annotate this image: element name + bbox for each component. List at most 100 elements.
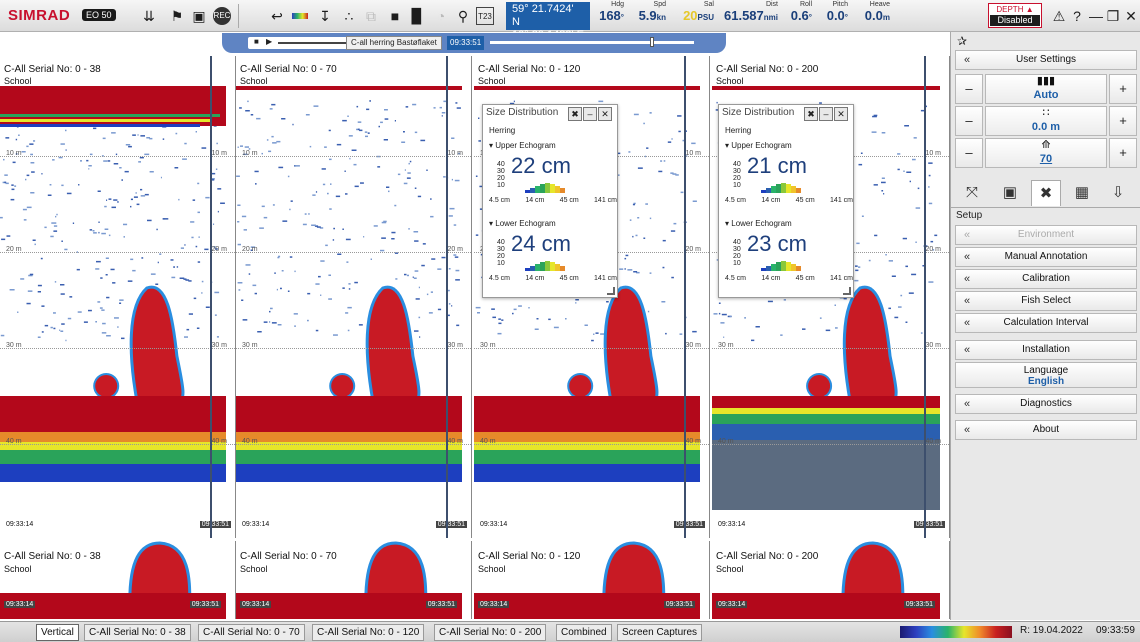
restore-icon[interactable]: ❐ (1104, 7, 1122, 25)
echo-speck (905, 265, 908, 268)
tools-icon[interactable]: ✖ (568, 107, 582, 121)
echogram-zoom-panel[interactable]: C-All Serial No: 0 - 38 School 09:33:14 09:… (0, 541, 236, 619)
menu-about[interactable]: «About (955, 420, 1137, 440)
gain-minus-button[interactable]: – (955, 74, 983, 104)
bars-icon[interactable]: ▉ (408, 7, 426, 25)
close-icon[interactable]: ✕ (834, 107, 848, 121)
depth-button[interactable]: DEPTH ▲ Disabled (988, 3, 1042, 28)
screen-icon[interactable]: ■ (386, 7, 404, 25)
echogram-zoom-panel[interactable]: C-All Serial No: 0 - 70 School 09:33:14 09:… (236, 541, 472, 619)
echo-speck (873, 184, 878, 186)
echo-speck (88, 165, 92, 167)
echogram-section-label[interactable]: ▾ Lower Echogram (489, 219, 556, 228)
echo-speck (383, 220, 387, 223)
cursor-line[interactable] (684, 56, 686, 538)
echo-speck (348, 283, 351, 285)
tab-echo-icon[interactable]: ⤧ (957, 180, 987, 206)
menu-installation[interactable]: «Installation (955, 340, 1137, 360)
zoom-icon[interactable]: ⚲ (454, 7, 472, 25)
replay-time: 09:33:51 (447, 36, 485, 50)
palette-icon[interactable] (292, 13, 308, 19)
resize-handle-icon[interactable] (843, 287, 851, 295)
depth-label: 30 m (211, 342, 227, 349)
tab-layout-icon[interactable]: ▦ (1067, 180, 1097, 206)
echo-speck (37, 336, 41, 338)
setup-heading: Setup (956, 210, 983, 221)
cursor-line[interactable] (446, 56, 448, 538)
cursor-line[interactable] (924, 56, 926, 538)
tab-serial-70[interactable]: C-All Serial No: 0 - 70 (198, 624, 305, 641)
tools-icon[interactable]: ✖ (804, 107, 818, 121)
menu-calibration[interactable]: «Calibration (955, 269, 1137, 289)
echogram-panel[interactable]: 10 m 10 m 20 m 20 m 30 m 30 m 40 m 40 m C-All Se… (0, 56, 236, 538)
menu-environment[interactable]: «Environment (955, 225, 1137, 245)
tab-expand-icon[interactable]: ⇩ (1103, 180, 1133, 206)
minimize-icon[interactable]: – (583, 107, 597, 121)
gain-value-button[interactable]: ▮▮▮ Auto (985, 74, 1107, 104)
echo-speck (119, 302, 122, 304)
echo-speck (92, 230, 95, 232)
resize-handle-icon[interactable] (607, 287, 615, 295)
camera-icon[interactable]: ▣ (190, 7, 208, 25)
menu-manual-annotation[interactable]: «Manual Annotation (955, 247, 1137, 267)
tvg-minus-button[interactable]: – (955, 138, 983, 168)
minimize-icon[interactable]: — (1087, 7, 1105, 25)
record-icon[interactable]: REC (213, 7, 231, 25)
gain-plus-button[interactable]: + (1109, 74, 1137, 104)
echogram-zoom-panel[interactable]: C-All Serial No: 0 - 200 School 09:33:14 09… (712, 541, 950, 619)
echogram-section-label[interactable]: ▾ Lower Echogram (725, 219, 792, 228)
filter-icon[interactable]: ⧉ (362, 7, 380, 25)
tab-setup-icon[interactable]: ✖ (1031, 180, 1061, 206)
echo-speck (26, 206, 32, 209)
close-icon[interactable]: ✕ (598, 107, 612, 121)
menu-fish-select[interactable]: «Fish Select (955, 291, 1137, 311)
undo-icon[interactable]: ↩ (268, 7, 286, 25)
echo-speck (528, 307, 530, 309)
range-value-button[interactable]: ∷ 0.0 m (985, 106, 1107, 136)
gauge-icon[interactable]: ◔ (432, 7, 450, 25)
tab-serial-120[interactable]: C-All Serial No: 0 - 120 (312, 624, 425, 641)
tvg-plus-button[interactable]: + (1109, 138, 1137, 168)
tvg-value-button[interactable]: ⟰ 70 (985, 138, 1107, 168)
replay-slider[interactable] (490, 37, 694, 47)
size-distribution-window[interactable]: Size Distribution ✖ – ✕ Herring ▾ Upper Echog… (718, 104, 854, 298)
echo-speck (65, 129, 67, 132)
warning-icon[interactable]: ⚠ (1050, 7, 1068, 25)
tab-combined[interactable]: Combined (556, 624, 612, 641)
scatter-icon[interactable]: ∴ (340, 7, 358, 25)
range-plus-button[interactable]: + (1109, 106, 1137, 136)
depth-scale-icon[interactable]: ↧ (316, 7, 334, 25)
play-icon[interactable]: ▶ (266, 37, 272, 46)
tab-serial-38[interactable]: C-All Serial No: 0 - 38 (84, 624, 191, 641)
echo-speck (11, 188, 15, 191)
echo-speck (184, 142, 187, 145)
playback-controls[interactable]: ■ ▶ (248, 37, 354, 49)
user-settings-button[interactable]: « User Settings (955, 50, 1137, 70)
echo-speck (130, 258, 134, 261)
tab-vertical[interactable]: Vertical (36, 624, 79, 641)
markers-icon[interactable]: ⚑ (168, 7, 186, 25)
tab-serial-200[interactable]: C-All Serial No: 0 - 200 (434, 624, 547, 641)
echogram-zoom-panel[interactable]: C-All Serial No: 0 - 120 School 09:33:14 09… (474, 541, 710, 619)
cursor-line[interactable] (210, 56, 212, 538)
tab-screen-captures[interactable]: Screen Captures (617, 624, 703, 641)
help-icon[interactable]: ? (1068, 7, 1086, 25)
chevron-left-icon: « (964, 398, 971, 410)
menu-chevrons-icon[interactable]: ⇊ (140, 7, 158, 25)
echogram-section-label[interactable]: ▾ Upper Echogram (725, 141, 792, 150)
pin-icon[interactable]: ✰ (957, 34, 967, 48)
echo-speck (105, 257, 109, 259)
menu-calculation-interval[interactable]: «Calculation Interval (955, 313, 1137, 333)
menu-diagnostics[interactable]: «Diagnostics (955, 394, 1137, 414)
sequence-icon[interactable]: T23 (476, 7, 494, 25)
range-minus-button[interactable]: – (955, 106, 983, 136)
echogram-section-label[interactable]: ▾ Upper Echogram (489, 141, 556, 150)
echogram-panel[interactable]: 10 m 10 m 20 m 20 m 30 m 30 m 40 m 40 m C-All Se… (236, 56, 472, 538)
stop-icon[interactable]: ■ (254, 37, 259, 46)
size-distribution-window[interactable]: Size Distribution ✖ – ✕ Herring ▾ Upper Echog… (482, 104, 618, 298)
tab-display-icon[interactable]: ▣ (995, 180, 1025, 206)
echo-speck (431, 258, 436, 260)
language-button[interactable]: Language English (955, 362, 1137, 388)
close-icon[interactable]: ✕ (1122, 7, 1140, 25)
minimize-icon[interactable]: – (819, 107, 833, 121)
